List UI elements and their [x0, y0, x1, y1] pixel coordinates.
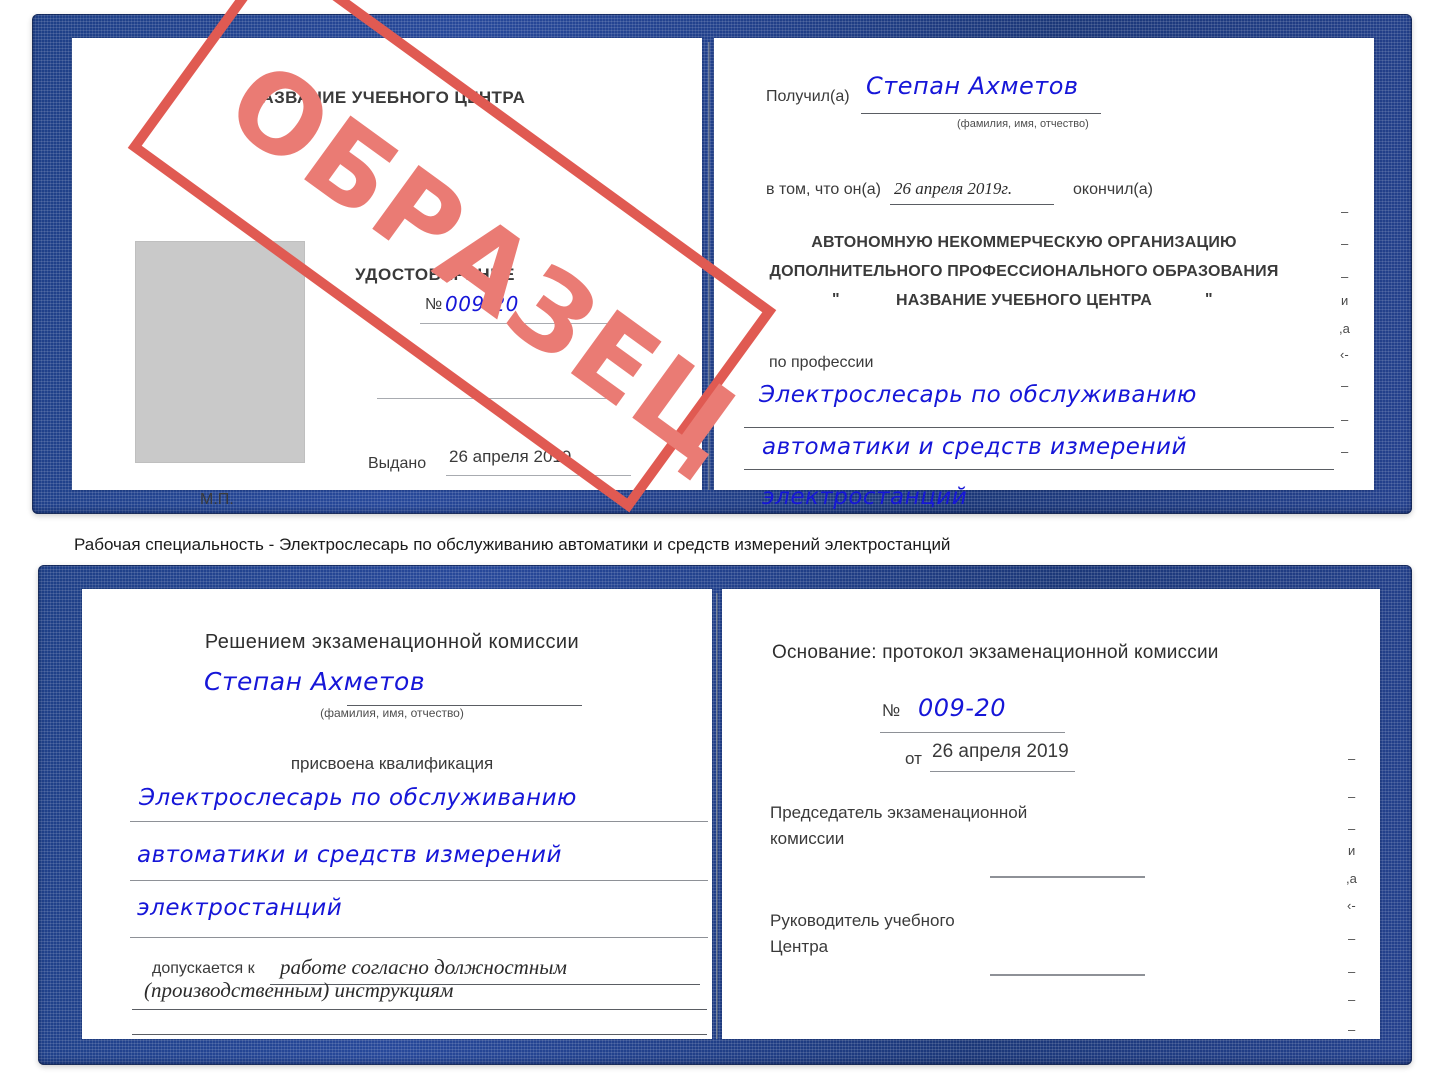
qualification-rule-3 — [130, 937, 708, 938]
margin-fragment: – — [1341, 236, 1349, 251]
organization-line-2: ДОПОЛНИТЕЛЬНОГО ПРОФЕССИОНАЛЬНОГО ОБРАЗО… — [769, 263, 1279, 280]
chairman-line-1: Председатель экзаменационной — [770, 803, 1028, 822]
commission-decision-header: Решением экзаменационной комиссии — [204, 631, 580, 653]
blank-rule-1 — [377, 398, 617, 399]
graduated-label: окончил(а) — [1073, 181, 1153, 198]
profession-label: по профессии — [769, 354, 874, 371]
document-type-label: УДОСТОВЕРЕНИЕ — [355, 265, 516, 284]
qualification-rule-2 — [130, 880, 708, 881]
that-he-value: 26 апреля 2019г. — [894, 179, 1013, 198]
certificate-top-right-page: Получил(а) Степан Ахметов (фамилия, имя,… — [714, 38, 1374, 510]
admitted-line-2: (производственным) инструкциям — [144, 978, 454, 1002]
basis-label: Основание: протокол экзаменационной коми… — [772, 642, 1219, 663]
profession-line-2: автоматики и средств измерений — [762, 434, 1187, 460]
protocol-date-prefix: от — [905, 749, 922, 768]
head-of-center-line-1: Руководитель учебного — [770, 911, 955, 930]
organization-quote-close: " — [1205, 291, 1213, 308]
certificate-top: НАЗВАНИЕ УЧЕБНОГО ЦЕНТРА УДОСТОВЕРЕНИЕ №… — [32, 0, 1412, 514]
certificate-bottom: Решением экзаменационной комиссии Степан… — [38, 565, 1412, 1065]
organization-line-1: АВТОНОМНУЮ НЕКОММЕРЧЕСКУЮ ОРГАНИЗАЦИЮ — [811, 234, 1237, 251]
issued-value: 26 апреля 2019 — [449, 447, 572, 466]
admitted-rule-3 — [132, 1034, 707, 1035]
margin-fragment: – — [1341, 378, 1349, 393]
profession-rule-2 — [744, 469, 1334, 470]
certificate-top-left-page: НАЗВАНИЕ УЧЕБНОГО ЦЕНТРА УДОСТОВЕРЕНИЕ №… — [72, 38, 702, 508]
certificate-top-spine — [708, 42, 710, 490]
margin-fragment: – — [1348, 931, 1356, 946]
margin-fragment: ‹- — [1347, 898, 1356, 913]
protocol-date-value: 26 апреля 2019 — [932, 741, 1069, 762]
margin-fragment: – — [1341, 444, 1349, 459]
margin-fragment: – — [1348, 964, 1356, 979]
protocol-number-prefix: № — [882, 701, 901, 720]
qualification-line-2: автоматики и средств измерений — [137, 842, 562, 868]
chairman-signature-rule — [990, 876, 1145, 878]
profession-line-1: Электрослесарь по обслуживанию — [759, 382, 1197, 408]
training-center-header: НАЗВАНИЕ УЧЕБНОГО ЦЕНТРА — [248, 88, 526, 107]
student-name-value: Степан Ахметов — [204, 667, 426, 696]
received-label: Получил(а) — [766, 88, 850, 105]
qualification-line-1: Электрослесарь по обслуживанию — [139, 785, 577, 811]
qualification-line-3: электростанций — [137, 895, 343, 921]
certificate-bottom-right-page: Основание: протокол экзаменационной коми… — [722, 589, 1380, 1039]
margin-fragment: – — [1348, 789, 1356, 804]
certificate-bottom-left-page: Решением экзаменационной комиссии Степан… — [82, 589, 712, 1039]
certificate-number-value: 009-20 — [445, 292, 519, 316]
certificate-bottom-spine — [716, 593, 718, 1039]
margin-fragment: – — [1348, 992, 1356, 1007]
that-he-rule — [890, 204, 1054, 205]
organization-line-3: НАЗВАНИЕ УЧЕБНОГО ЦЕНТРА — [895, 292, 1153, 309]
chairman-line-2: комиссии — [770, 829, 845, 848]
margin-fragment: – — [1348, 751, 1356, 766]
received-value: Степан Ахметов — [866, 72, 1079, 100]
protocol-number-value: 009-20 — [918, 694, 1007, 722]
profession-line-3: электростанций — [762, 484, 968, 510]
margin-fragment: ‹- — [1340, 347, 1349, 362]
head-of-center-signature-rule — [990, 974, 1145, 976]
margin-fragment: – — [1348, 1022, 1356, 1037]
protocol-date-rule — [930, 771, 1075, 772]
qualification-label: присвоена квалификация — [290, 754, 494, 773]
certificate-number-rule — [420, 323, 610, 324]
admitted-label: допускается к — [152, 960, 255, 977]
name-hint-label: (фамилия, имя, отчество) — [957, 118, 1089, 130]
admitted-line-1: работе согласно должностным — [280, 955, 567, 979]
margin-fragment: и — [1348, 843, 1356, 858]
issued-label: Выдано — [368, 455, 427, 472]
margin-fragment: – — [1341, 204, 1349, 219]
photo-placeholder — [135, 241, 305, 463]
margin-fragment: – — [1341, 269, 1349, 284]
issued-rule — [446, 475, 631, 476]
profession-rule-1 — [744, 427, 1334, 428]
page-caption: Рабочая специальность - Электрослесарь п… — [74, 535, 951, 554]
margin-fragment: – — [1348, 821, 1356, 836]
received-rule — [861, 113, 1101, 114]
that-he-label: в том, что он(а) — [766, 181, 881, 198]
margin-fragment: ,а — [1339, 321, 1350, 336]
protocol-number-rule — [880, 732, 1065, 733]
margin-fragment: ,а — [1346, 871, 1357, 886]
qualification-rule-1 — [130, 821, 708, 822]
certificate-number-prefix: № — [425, 296, 443, 313]
margin-fragment: и — [1341, 293, 1349, 308]
seal-place-label: М.П. — [200, 491, 234, 508]
head-of-center-line-2: Центра — [770, 937, 829, 956]
name-hint-label: (фамилия, имя, отчество) — [320, 706, 464, 720]
margin-fragment: – — [1341, 412, 1349, 427]
admitted-rule-2 — [132, 1009, 707, 1010]
